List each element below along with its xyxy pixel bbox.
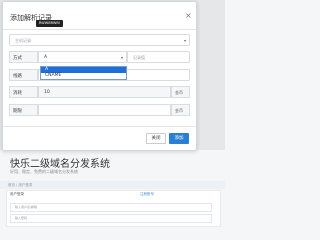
dropdown-option-cname[interactable]: CNAME	[41, 73, 126, 79]
card-header-title: 用户登录	[10, 192, 24, 196]
period-unit-addon: 金币	[171, 104, 190, 116]
cost-field: 10	[38, 86, 171, 98]
close-button[interactable]: 关闭	[146, 133, 166, 144]
cost-label: 消耗	[13, 91, 22, 96]
chevron-down-icon: ▾	[120, 55, 123, 60]
tooltip: RWWBRWB!	[36, 20, 64, 27]
site-subtitle: 好用、稳定、免费的二级域名分发系统	[10, 169, 78, 174]
register-link[interactable]: 注册账号	[140, 192, 154, 197]
period-label: 期限	[13, 109, 22, 114]
mode-dropdown-list: A CNAME	[40, 66, 127, 80]
period-select[interactable]	[38, 104, 171, 116]
username-placeholder: 输入用户名/邮箱	[15, 205, 38, 209]
breadcrumb-bar	[0, 181, 225, 189]
mode-select[interactable]: A ▾	[38, 51, 127, 63]
add-record-dialog: 添加解析记录 RWWBRWB! × 主机记录 ▾ 方式 A ▾ 记录值 线路 消…	[2, 1, 197, 151]
password-placeholder: 输入密码	[15, 216, 28, 220]
period-label-box: 期限	[9, 104, 38, 116]
close-icon[interactable]: ×	[185, 11, 192, 20]
username-input[interactable]: 输入用户名/邮箱	[10, 203, 212, 212]
cost-unit-addon: 金币	[171, 86, 190, 98]
host-record-placeholder: 主机记录	[15, 38, 31, 43]
site-title: 快乐二级域名分发系统	[10, 159, 110, 170]
mode-label: 方式	[13, 56, 22, 61]
cost-unit: 金币	[175, 90, 183, 95]
line-label: 线路	[13, 74, 22, 79]
footer-divider	[3, 126, 196, 127]
password-input[interactable]: 输入密码	[10, 214, 212, 223]
cost-value: 10	[44, 90, 50, 95]
option-label: CNAME	[45, 73, 62, 78]
cost-label-box: 消耗	[9, 86, 38, 98]
breadcrumb: 首页 / 用户登录	[8, 183, 33, 187]
mode-label-box: 方式	[9, 51, 38, 63]
record-value-input[interactable]: 记录值	[127, 51, 190, 63]
line-label-box: 线路	[9, 69, 38, 81]
host-record-select[interactable]: 主机记录 ▾	[9, 34, 190, 46]
period-unit: 金币	[175, 108, 183, 113]
add-button[interactable]: 添加	[169, 133, 189, 144]
chevron-down-icon: ▾	[183, 38, 186, 43]
record-value-placeholder: 记录值	[133, 55, 145, 60]
header-divider	[3, 29, 196, 30]
mode-value: A	[44, 55, 48, 60]
